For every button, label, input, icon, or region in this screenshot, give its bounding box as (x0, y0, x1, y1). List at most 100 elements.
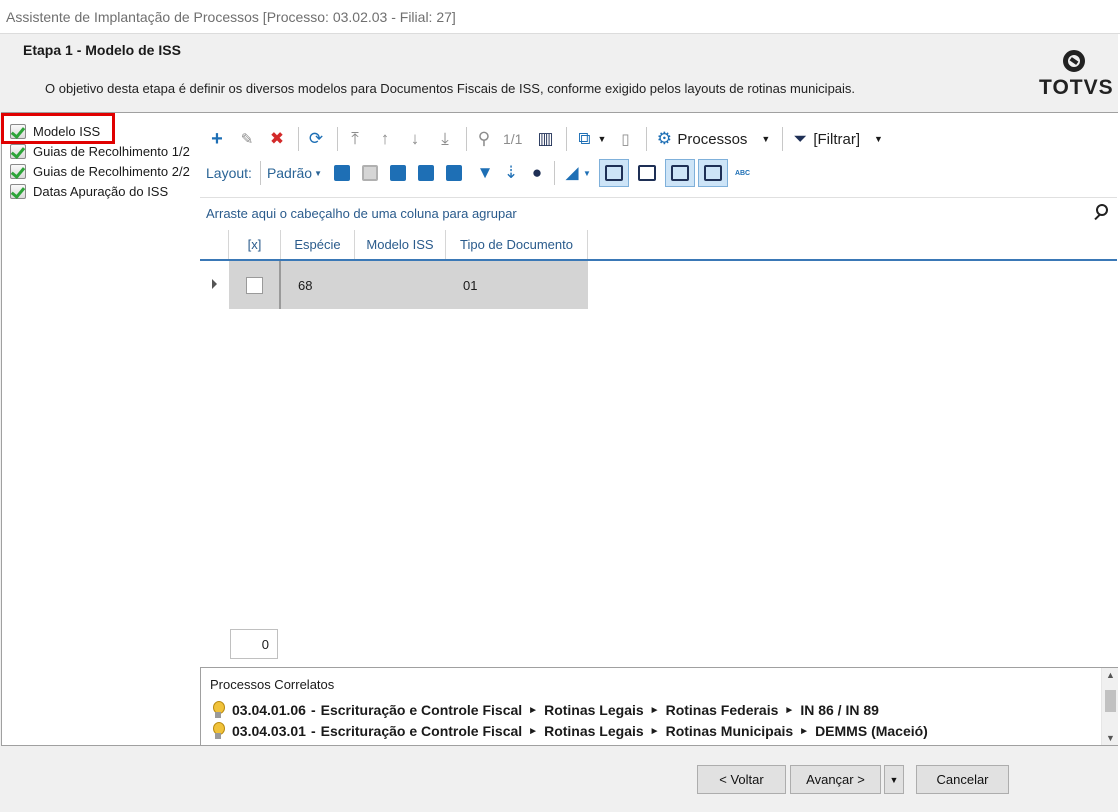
related-process-link[interactable]: 03.04.03.01 - Escrituração e Controle Fi… (210, 721, 928, 741)
move-top-icon[interactable] (418, 165, 435, 181)
header-toggle-icon[interactable] (664, 159, 695, 187)
delete-icon[interactable]: ✖ (266, 128, 288, 150)
group-panel[interactable]: Arraste aqui o cabeçalho de uma coluna p… (200, 197, 1117, 229)
toolbar-layout: Layout: Padrão ▼ ▼ ⇣ ● ◢ ▼ ABC (206, 159, 750, 187)
filter-dropdown-icon[interactable]: ▼ (874, 134, 883, 144)
move-up-icon[interactable]: ↑ (374, 128, 396, 150)
steps-tree: Modelo ISS Guias de Recolhimento 1/2 Gui… (1, 112, 201, 746)
band-toggle-icon[interactable] (697, 159, 728, 187)
step-item-label: Datas Apuração do ISS (33, 183, 169, 199)
add-icon[interactable]: + (206, 128, 228, 150)
document-icon[interactable]: ▯ (614, 128, 636, 150)
chart-dropdown-icon[interactable]: ▼ (583, 169, 591, 178)
totvs-logo: TOTVS (1039, 50, 1113, 105)
paint-icon[interactable]: ▼ (474, 162, 496, 184)
processos-dropdown-icon[interactable]: ▼ (761, 134, 770, 144)
column-header-checkbox[interactable]: [x] (229, 230, 281, 259)
move-down-icon[interactable]: ↓ (404, 128, 426, 150)
search-icon[interactable] (1092, 203, 1112, 223)
related-processes-title: Processos Correlatos (210, 677, 335, 692)
rows-toggle-icon[interactable] (632, 159, 662, 187)
toolbar-separator (259, 161, 261, 185)
footer-toggle-icon[interactable] (598, 159, 629, 187)
related-process-link[interactable]: 03.04.01.06 - Escrituração e Controle Fi… (210, 700, 879, 720)
related-process-path: Rotinas Federais (665, 702, 779, 718)
move-first-icon[interactable]: ⤒ (344, 128, 366, 150)
related-process-code: 03.04.01.06 (232, 702, 306, 718)
column-header-tipo-documento[interactable]: Tipo de Documento (446, 230, 588, 259)
checked-icon (10, 163, 26, 179)
filter-icon: ⏷ (793, 129, 808, 148)
related-process-path: Escrituração e Controle Fiscal (320, 702, 523, 718)
refresh-icon[interactable]: ⟳ (305, 128, 327, 150)
move-last-icon[interactable]: ⤓ (434, 128, 456, 150)
toolbar-separator (646, 127, 648, 151)
grid-header: [x] Espécie Modelo ISS Tipo de Documento (200, 230, 1117, 261)
table-row[interactable]: 68 01 (200, 261, 1117, 309)
cell-tipo-documento[interactable]: 01 (446, 261, 588, 309)
selected-step-highlight (1, 113, 115, 144)
gear-icon: ⚙ (656, 129, 673, 148)
related-process-path: Rotinas Legais (544, 723, 644, 739)
wizard-header: Etapa 1 - Modelo de ISS O objetivo desta… (0, 34, 1120, 112)
scroll-thumb[interactable] (1105, 690, 1116, 712)
window-titlebar: Assistente de Implantação de Processos [… (0, 0, 1120, 34)
step-description: O objetivo desta etapa é definir os dive… (45, 81, 856, 96)
cancel-button[interactable]: Cancelar (916, 765, 1009, 794)
search-icon[interactable]: ⚲ (473, 128, 495, 150)
spell-check-icon[interactable]: ABC (735, 170, 750, 177)
toolbar-separator (466, 127, 467, 151)
lightbulb-icon (210, 722, 226, 740)
checked-icon (10, 143, 26, 159)
related-process-code: 03.04.03.01 (232, 723, 306, 739)
toolbar-separator (337, 127, 338, 151)
toolbar-separator (566, 127, 568, 151)
window-title: Assistente de Implantação de Processos [… (6, 9, 456, 25)
columns-icon[interactable]: ▥ (534, 128, 556, 150)
related-process-path: Rotinas Municipais (665, 723, 794, 739)
export-icon[interactable]: ⧉ (573, 128, 595, 150)
row-indicator-header (200, 230, 229, 259)
export-dropdown-icon[interactable]: ▼ (597, 134, 606, 144)
cell-checkbox[interactable] (229, 261, 281, 309)
step-item-datas-apuracao[interactable]: Datas Apuração do ISS (10, 182, 168, 200)
scroll-up-icon[interactable]: ▲ (1106, 670, 1115, 680)
next-button[interactable]: Avançar > (790, 765, 881, 794)
layout-select[interactable]: Padrão (267, 165, 312, 181)
next-dropdown-button[interactable]: ▼ (884, 765, 904, 794)
step-item-guias-2[interactable]: Guias de Recolhimento 2/2 (10, 162, 190, 180)
filter-button[interactable]: [Filtrar] (813, 131, 860, 148)
record-count: 0 (230, 629, 278, 659)
toolbar-separator (554, 161, 556, 185)
totvs-logo-text: TOTVS (1039, 76, 1114, 99)
move-bottom-icon[interactable] (446, 165, 463, 181)
scroll-down-icon[interactable]: ▼ (1106, 733, 1115, 743)
lightbulb-icon (210, 701, 226, 719)
color-icon[interactable]: ● (526, 162, 548, 184)
back-button[interactable]: < Voltar (697, 765, 786, 794)
group-icon[interactable] (390, 165, 407, 181)
toolbar-separator (782, 127, 784, 151)
current-row-icon (212, 279, 217, 289)
related-processes-panel: Processos Correlatos 03.04.01.06 - Escri… (200, 667, 1119, 746)
page-indicator: 1/1 (503, 131, 523, 147)
cell-modelo-iss[interactable] (355, 261, 446, 309)
related-processes-scrollbar[interactable]: ▲ ▼ (1101, 668, 1118, 745)
layout-dropdown-icon[interactable]: ▼ (314, 169, 322, 178)
chart-icon[interactable]: ◢ (561, 162, 583, 184)
group-hint: Arraste aqui o cabeçalho de uma coluna p… (206, 206, 517, 221)
related-process-path: Rotinas Legais (544, 702, 644, 718)
cell-especie[interactable]: 68 (281, 261, 355, 309)
row-checkbox[interactable] (245, 276, 263, 294)
totvs-logo-icon (1063, 50, 1085, 72)
column-header-especie[interactable]: Espécie (281, 230, 355, 259)
step-item-label: Guias de Recolhimento 2/2 (33, 163, 190, 179)
expand-all-icon[interactable] (334, 165, 351, 181)
edit-icon[interactable]: ✎ (236, 128, 258, 150)
step-item-guias-1[interactable]: Guias de Recolhimento 1/2 (10, 142, 190, 160)
collapse-all-icon[interactable] (362, 165, 379, 181)
column-header-modelo-iss[interactable]: Modelo ISS (355, 230, 446, 259)
processos-button[interactable]: Processos (677, 131, 747, 148)
pin-icon[interactable]: ⇣ (500, 162, 522, 184)
step-item-label: Guias de Recolhimento 1/2 (33, 143, 190, 159)
